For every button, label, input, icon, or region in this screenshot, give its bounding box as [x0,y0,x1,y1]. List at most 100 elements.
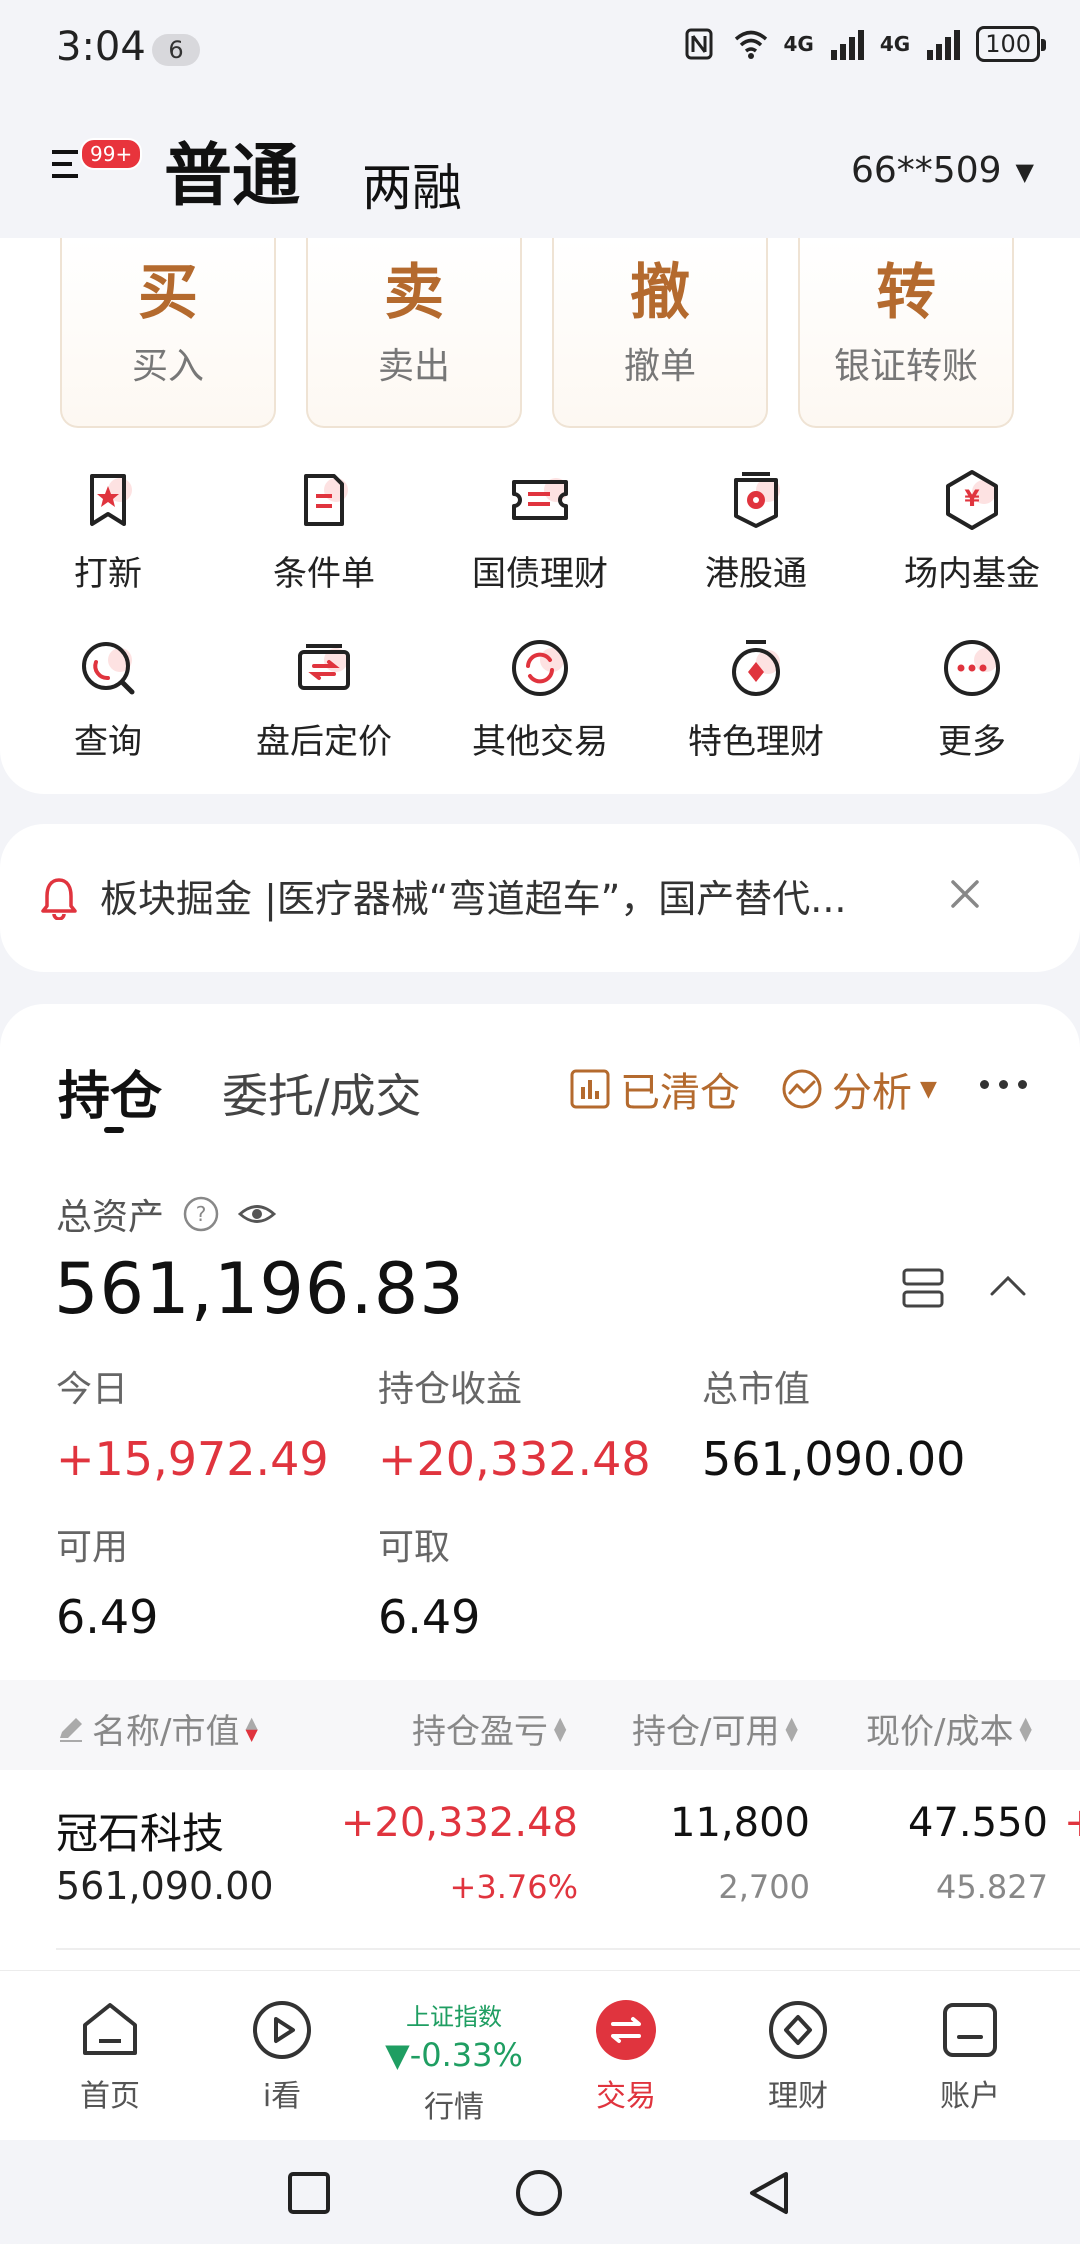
grid-item-other-trade[interactable]: 其他交易 [432,636,648,804]
app-header: 99+ 普通 两融 66**509 ▼ [0,100,1080,238]
account-card-icon [943,2003,997,2057]
grid-label: 条件单 [273,554,375,594]
transfer-label: 银证转账 [833,346,978,387]
nav-market[interactable]: 上证指数 ▼-0.33% 行情 [384,1997,524,2126]
recents-square-icon[interactable] [284,2168,334,2218]
caret-down-icon: ▼ [1015,158,1034,186]
grid-item-treasury[interactable]: 国债理财 [432,468,648,636]
network-4g-label: 4G [783,32,814,56]
bookmark-star-icon [90,474,132,526]
grid-item-ipo[interactable]: 打新 [0,468,216,636]
stat-today: 今日 +15,972.49 [56,1360,329,1486]
stat-label: 今日 [56,1369,129,1410]
stat-label: 可用 [56,1527,129,1568]
list-view-icon[interactable] [900,1266,946,1310]
grid-item-hk-connect[interactable]: 港股通 [648,468,864,636]
sell-button[interactable]: 卖 卖出 [306,238,522,428]
sort-icon: ▲ ▼ [1019,1712,1032,1744]
total-assets-value: 561,196.83 [54,1248,465,1330]
buy-button[interactable]: 买 买入 [60,238,276,428]
help-icon[interactable]: ? [182,1195,220,1233]
tab-holdings[interactable]: 持仓 [58,1054,162,1133]
grid-item-after-hours[interactable]: 盘后定价 [216,636,432,804]
holdings-card: 持仓 委托/成交 已清仓 分析 ▼ 总资产 ? 561,196.83 今日 +1… [0,1004,1080,2004]
svg-text:?: ? [196,1202,207,1226]
stock-cost: 45.827 [936,1868,1048,1906]
hk-flower-icon [734,472,780,528]
stat-label: 总市值 [702,1369,811,1410]
back-triangle-icon[interactable] [744,2168,794,2218]
trade-exchange-icon [596,2000,656,2060]
nav-label: 首页 [80,2079,140,2114]
grid-item-etf[interactable]: ¥ 场内基金 [864,468,1080,636]
grid-label: 查询 [74,722,142,762]
column-pnl-label: 持仓盈亏 [412,1712,548,1752]
notice-banner[interactable]: 板块掘金 |医疗器械“弯道超车”，国产替代... [0,824,1080,972]
stock-price: 47.550 [908,1800,1048,1846]
sort-icon: ▲ ▼ [785,1712,798,1744]
stock-qty: 11,800 [670,1800,810,1846]
bank-transfer-button[interactable]: 转 银证转账 [798,238,1014,428]
nav-account[interactable]: 账户 [900,1997,1040,2115]
menu-badge: 99+ [80,138,143,170]
chevron-up-icon[interactable] [988,1270,1028,1300]
home-circle-icon[interactable] [514,2168,564,2218]
column-price-label: 现价/成本 [866,1712,1014,1752]
analysis-label: 分析 [832,1070,912,1116]
sell-char: 卖 [384,258,444,328]
grid-item-special-wealth[interactable]: 特色理财 [648,636,864,804]
stock-available: 2,700 [718,1868,810,1906]
wifi-icon [734,30,767,59]
column-name[interactable]: 名称/市值 ▲ ▼ [56,1704,259,1753]
stopwatch-icon [732,640,780,696]
nav-wealth[interactable]: 理财 [728,1997,868,2115]
nav-label: 理财 [768,2079,828,2114]
diamond-circle-icon [769,2001,827,2059]
tab-orders-trades[interactable]: 委托/成交 [222,1060,422,1126]
nav-trade[interactable]: 交易 [556,1997,696,2115]
stat-value: 561,090.00 [702,1432,966,1486]
nav-home[interactable]: 首页 [40,1997,180,2115]
tab-normal-account[interactable]: 普通 [164,120,300,219]
grid-item-query[interactable]: 查询 [0,636,216,804]
nav-label: 账户 [940,2079,1000,2114]
grid-label: 港股通 [705,554,807,594]
stat-withdrawable: 可取 6.49 [378,1518,480,1644]
stat-value: 6.49 [378,1590,481,1644]
cleared-positions-button[interactable]: 已清仓 [568,1060,740,1118]
total-assets-label: 总资产 [56,1197,165,1238]
nav-watch[interactable]: i看 [212,1997,352,2115]
account-number: 66**509 [851,150,1002,191]
stat-available: 可用 6.49 [56,1518,158,1644]
nav-label: i看 [262,2079,302,2114]
account-selector[interactable]: 66**509 ▼ [851,150,1034,191]
grid-label: 其他交易 [472,722,608,762]
tab-margin-account[interactable]: 两融 [362,148,462,220]
quick-actions: 买 买入 卖 卖出 撤 撤单 转 银证转账 [60,238,1014,428]
status-bar: 3:04 6 4G 4G 100 [0,0,1080,100]
ticket-icon [512,478,568,520]
column-qty[interactable]: 持仓/可用 ▲ ▼ [632,1704,799,1753]
stock-name: 冠石科技 [56,1809,225,1858]
grid-label: 国债理财 [472,554,608,594]
grid-label: 场内基金 [904,554,1040,594]
index-change: ▼-0.33% [385,2036,523,2074]
refresh-circle-icon [512,640,568,696]
more-options-icon[interactable] [980,1080,1027,1089]
close-icon[interactable] [945,874,985,914]
cancel-order-button[interactable]: 撤 撤单 [552,238,768,428]
eye-icon[interactable] [238,1195,277,1233]
buy-char: 买 [138,258,198,328]
grid-item-conditional-order[interactable]: 条件单 [216,468,432,636]
nav-label: 行情 [424,2090,484,2125]
yen-hexagon-icon: ¥ [946,470,998,530]
column-price[interactable]: 现价/成本 ▲ ▼ [866,1704,1033,1753]
column-pnl[interactable]: 持仓盈亏 ▲ ▼ [412,1704,568,1753]
column-name-label: 名称/市值 [92,1712,240,1752]
table-row[interactable]: 冠石科技 561,090.00 +20,332.48 +3.76% 11,800… [0,1770,1080,1950]
grid-item-more[interactable]: 更多 [864,636,1080,804]
analysis-button[interactable]: 分析 ▼ [780,1060,937,1118]
more-dots-icon [944,640,1000,696]
holdings-table-header: 名称/市值 ▲ ▼ 持仓盈亏 ▲ ▼ 持仓/可用 ▲ ▼ 现价/成本 ▲ ▼ [0,1680,1080,1770]
notice-text: 板块掘金 |医疗器械“弯道超车”，国产替代... [100,877,847,921]
